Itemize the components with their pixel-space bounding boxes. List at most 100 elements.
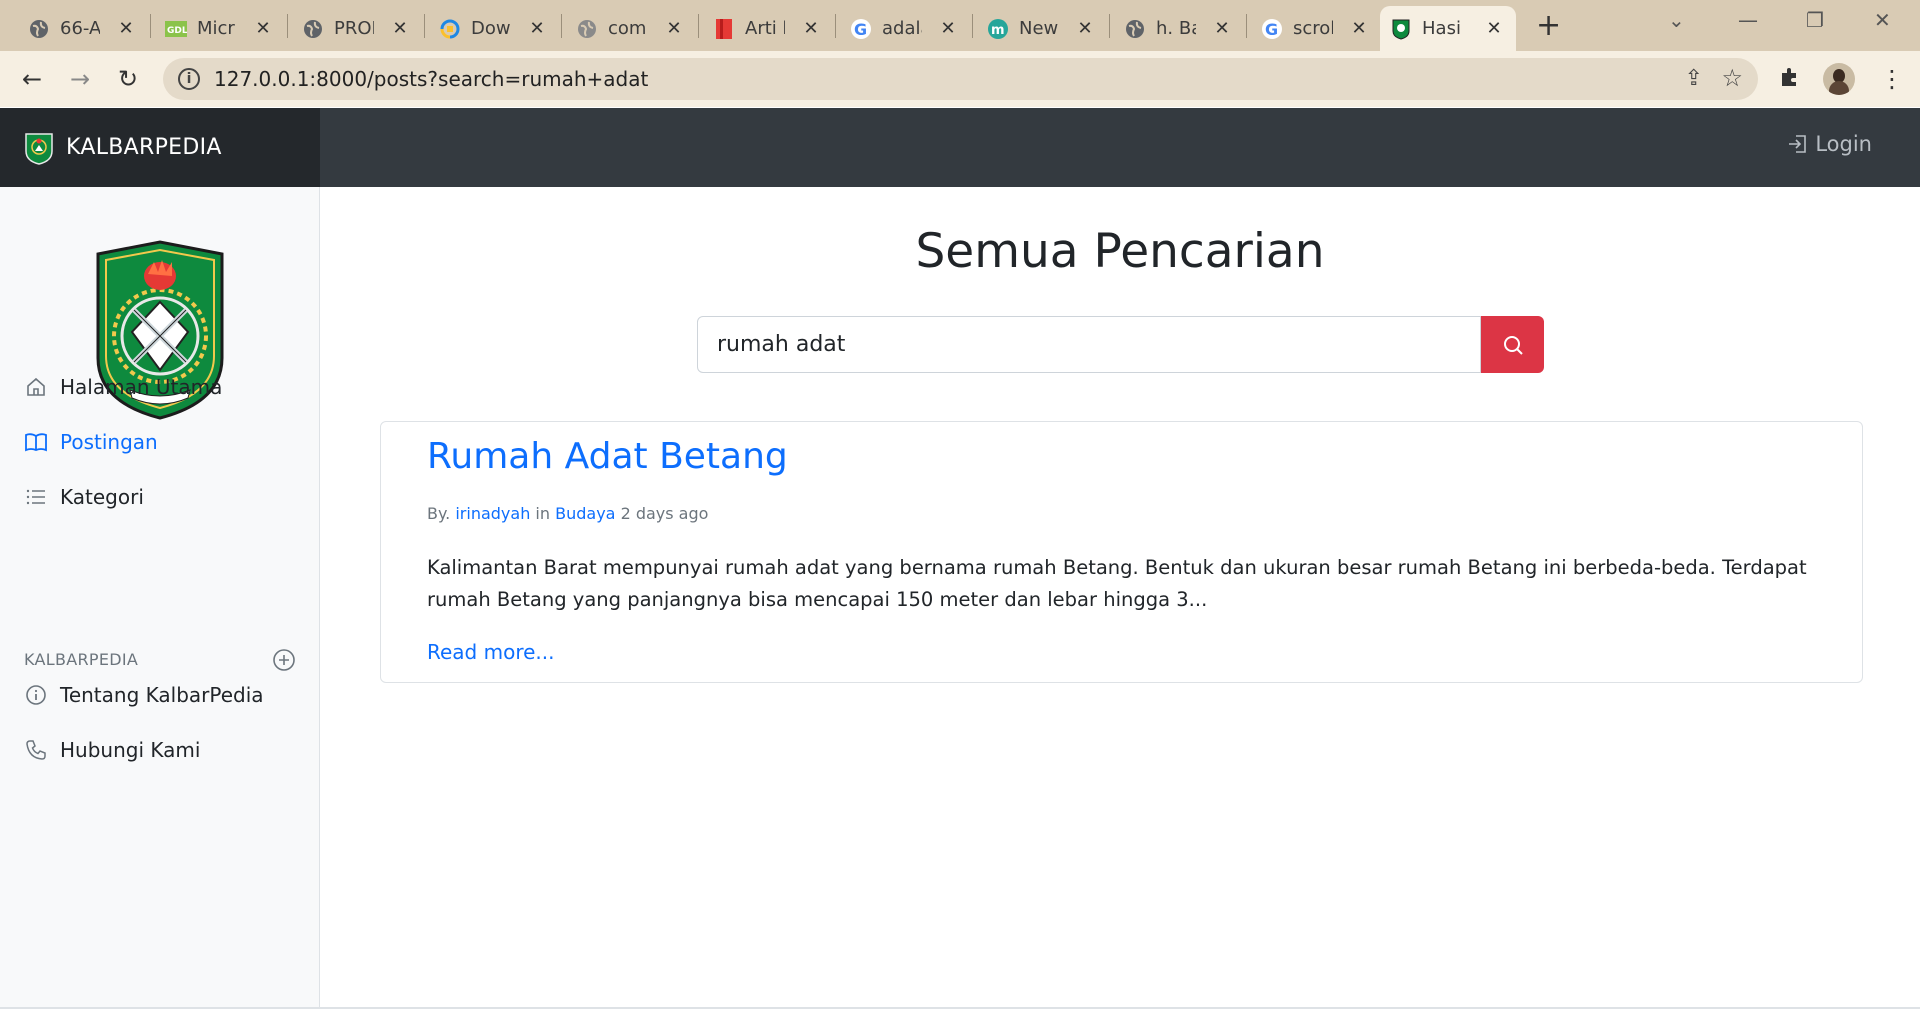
restore-icon[interactable]: ❐ xyxy=(1806,8,1824,32)
category-link[interactable]: Budaya xyxy=(555,504,615,523)
back-icon[interactable]: ← xyxy=(16,63,48,95)
address-url[interactable]: 127.0.0.1:8000/posts?search=rumah+adat xyxy=(214,67,648,91)
extensions-puzzle-icon[interactable] xyxy=(1778,65,1802,95)
m-letter-icon: m xyxy=(987,18,1009,40)
sidebar: Halaman Utama Postingan Kategori KALBARP… xyxy=(0,187,320,1009)
site-info-icon[interactable]: i xyxy=(178,68,200,90)
tab-title: h. Ba xyxy=(1156,18,1196,39)
tab-divider xyxy=(835,14,836,38)
close-icon[interactable]: ✕ xyxy=(664,18,684,39)
browser-tab[interactable]: G adala ✕ xyxy=(840,6,970,51)
home-icon xyxy=(24,375,48,399)
browser-tab[interactable]: PROF ✕ xyxy=(292,6,422,51)
list-icon xyxy=(24,485,48,509)
kalbar-logo-icon xyxy=(25,132,53,165)
address-bar[interactable]: i 127.0.0.1:8000/posts?search=rumah+adat… xyxy=(163,58,1758,100)
tab-divider xyxy=(424,14,425,38)
bookmark-star-icon[interactable]: ☆ xyxy=(1721,64,1743,92)
tab-title: New xyxy=(1019,18,1059,39)
svg-text:m: m xyxy=(991,23,1005,38)
info-icon xyxy=(24,683,48,707)
sidebar-section-heading: KALBARPEDIA xyxy=(24,650,139,669)
phone-icon xyxy=(24,738,48,762)
add-circle-icon[interactable] xyxy=(272,648,296,672)
close-icon[interactable]: ✕ xyxy=(527,18,547,39)
sidebar-item-label: Tentang KalbarPedia xyxy=(60,683,264,707)
close-icon[interactable]: ✕ xyxy=(390,18,410,39)
close-icon[interactable]: ✕ xyxy=(938,18,958,39)
share-icon[interactable]: ⇪ xyxy=(1685,66,1703,91)
author-link[interactable]: irinadyah xyxy=(455,504,530,523)
tab-title: comp xyxy=(608,18,648,39)
close-icon[interactable]: ✕ xyxy=(116,18,136,39)
close-icon[interactable]: ✕ xyxy=(1484,18,1504,39)
browser-tab[interactable]: Dow ✕ xyxy=(429,6,559,51)
sidebar-item-hubungi[interactable]: Hubungi Kami xyxy=(24,738,200,762)
browser-toolbar: ← → ↻ i 127.0.0.1:8000/posts?search=ruma… xyxy=(0,51,1920,107)
close-icon[interactable]: ✕ xyxy=(801,18,821,39)
tab-divider xyxy=(561,14,562,38)
gdl-icon: GDL xyxy=(165,18,187,40)
tab-divider xyxy=(698,14,699,38)
post-time: 2 days ago xyxy=(620,504,709,523)
tab-title: Dow xyxy=(471,18,511,39)
tab-title: adala xyxy=(882,18,922,39)
tab-title: 66-A xyxy=(60,18,100,39)
browser-tab[interactable]: 66-A ✕ xyxy=(18,6,148,51)
sidebar-item-label: Hubungi Kami xyxy=(60,738,201,762)
download-app-icon xyxy=(439,18,461,40)
browser-tab[interactable]: Arti k ✕ xyxy=(703,6,833,51)
window-close-icon[interactable]: ✕ xyxy=(1874,8,1891,32)
page-title: Semua Pencarian xyxy=(915,224,1325,279)
browser-tab-active[interactable]: Hasil ✕ xyxy=(1380,6,1516,51)
forward-icon[interactable]: → xyxy=(64,63,96,95)
svg-text:G: G xyxy=(854,20,867,39)
reload-icon[interactable]: ↻ xyxy=(112,63,144,95)
sidebar-item-label: Kategori xyxy=(60,485,144,509)
search-button[interactable] xyxy=(1481,316,1544,373)
close-icon[interactable]: ✕ xyxy=(1349,18,1369,39)
profile-avatar[interactable] xyxy=(1823,63,1855,95)
tab-title: PROF xyxy=(334,18,374,39)
post-card: Rumah Adat Betang By. irinadyah in Buday… xyxy=(380,421,1863,683)
browser-tab[interactable]: comp ✕ xyxy=(566,6,696,51)
tab-search-icon[interactable]: ⌄ xyxy=(1668,8,1685,32)
browser-tab[interactable]: m New ✕ xyxy=(977,6,1107,51)
sidebar-item-tentang[interactable]: Tentang KalbarPedia xyxy=(24,683,264,707)
close-icon[interactable]: ✕ xyxy=(1212,18,1232,39)
browser-tab[interactable]: G scroll ✕ xyxy=(1251,6,1381,51)
globe-icon xyxy=(1124,18,1146,40)
close-icon[interactable]: ✕ xyxy=(253,18,273,39)
tab-divider xyxy=(287,14,288,38)
globe-icon xyxy=(302,18,324,40)
read-more-link[interactable]: Read more... xyxy=(427,640,555,664)
login-label: Login xyxy=(1815,132,1872,156)
login-link[interactable]: Login xyxy=(1787,132,1872,156)
browser-tab[interactable]: GDL Micr ✕ xyxy=(155,6,285,51)
brand-link[interactable]: KALBARPEDIA xyxy=(0,108,320,187)
meta-in-label: in xyxy=(535,504,551,523)
sidebar-item-kategori[interactable]: Kategori xyxy=(24,485,144,509)
minimize-icon[interactable]: — xyxy=(1738,8,1758,32)
post-meta: By. irinadyah in Budaya 2 days ago xyxy=(427,504,708,523)
google-icon: G xyxy=(1261,18,1283,40)
tab-divider xyxy=(972,14,973,38)
meta-by-label: By. xyxy=(427,504,451,523)
kalbar-icon xyxy=(1390,18,1412,40)
sidebar-item-label: Halaman Utama xyxy=(60,375,223,399)
browser-menu-icon[interactable]: ⋮ xyxy=(1880,63,1904,95)
new-tab-button[interactable]: + xyxy=(1536,10,1561,42)
tab-divider xyxy=(1246,14,1247,38)
sidebar-item-halaman-utama[interactable]: Halaman Utama xyxy=(24,375,222,399)
sidebar-item-postingan[interactable]: Postingan xyxy=(24,430,158,454)
app-header: KALBARPEDIA Login xyxy=(0,108,1920,187)
tab-title: Micr xyxy=(197,18,235,39)
close-icon[interactable]: ✕ xyxy=(1075,18,1095,39)
tab-divider xyxy=(1109,14,1110,38)
post-title-link[interactable]: Rumah Adat Betang xyxy=(427,436,788,477)
browser-tab[interactable]: h. Ba ✕ xyxy=(1114,6,1244,51)
search-input[interactable]: rumah adat xyxy=(697,316,1481,373)
globe-icon xyxy=(576,18,598,40)
tab-title: Arti k xyxy=(745,18,785,39)
bookmark-red-icon xyxy=(713,18,735,40)
